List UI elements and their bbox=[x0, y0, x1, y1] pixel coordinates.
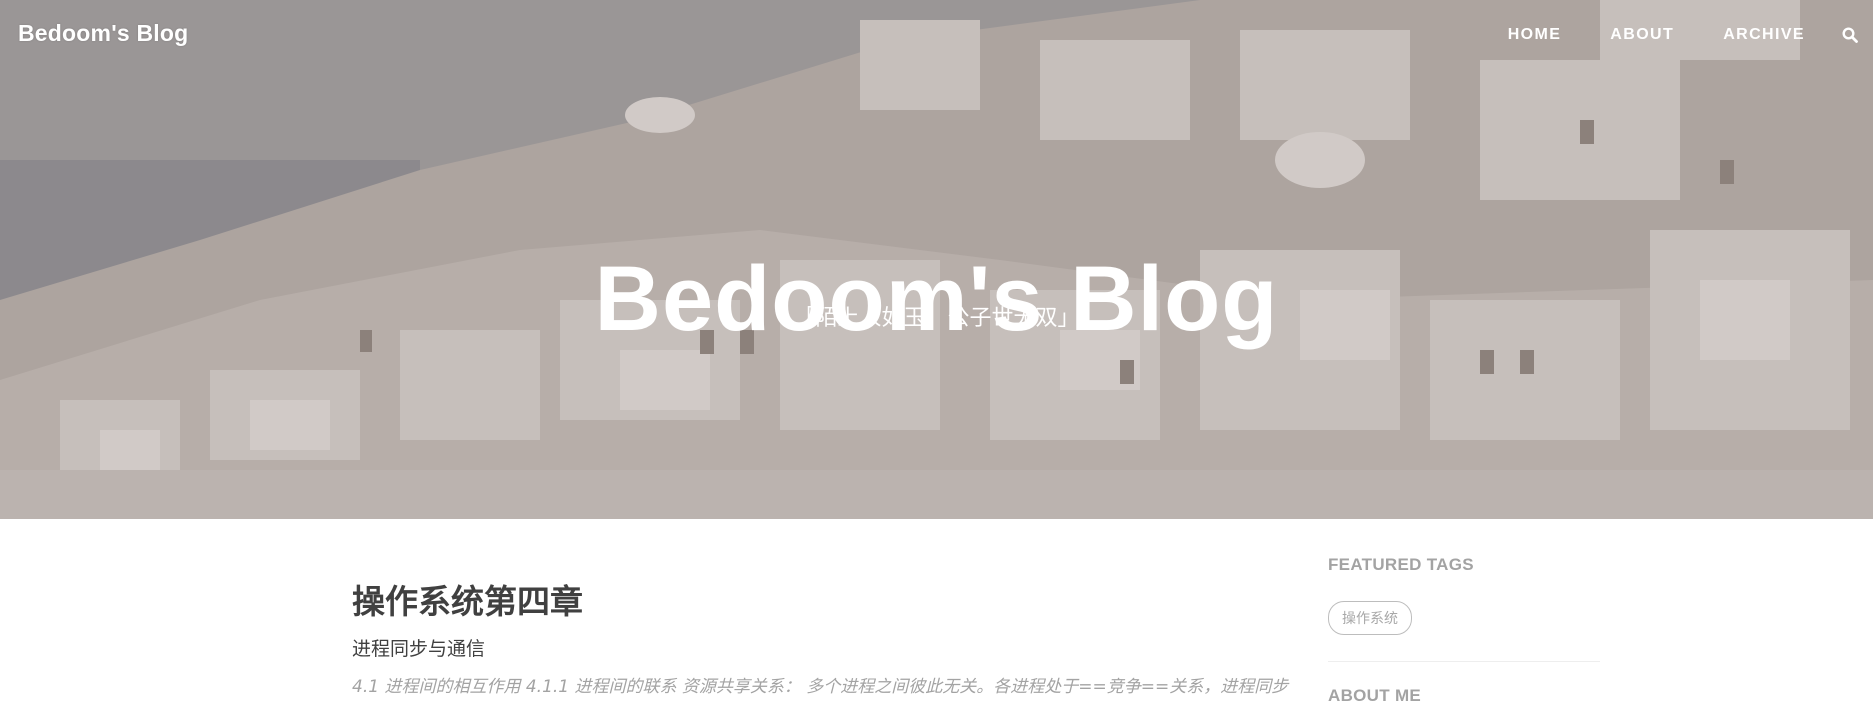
about-me-heading: ABOUT ME bbox=[1328, 686, 1422, 705]
post-preview[interactable]: 操作系统第四章 进程同步与通信 4.1 进程间的相互作用 4.1.1 进程间的联… bbox=[352, 578, 1292, 700]
top-navigation: HOME ABOUT ARCHIVE bbox=[1459, 23, 1873, 47]
post-subtitle[interactable]: 进程同步与通信 bbox=[352, 636, 1292, 662]
sidebar: FEATURED TAGS 操作系统 ABOUT ME bbox=[1328, 553, 1600, 708]
nav-archive[interactable]: ARCHIVE bbox=[1723, 26, 1805, 44]
hero-header: Bedoom's Blog HOME ABOUT ARCHIVE Bedoom'… bbox=[0, 0, 1873, 519]
nav-about[interactable]: ABOUT bbox=[1610, 26, 1674, 44]
nav-home[interactable]: HOME bbox=[1508, 26, 1562, 44]
tag-chip[interactable]: 操作系统 bbox=[1328, 601, 1412, 635]
site-brand[interactable]: Bedoom's Blog bbox=[18, 20, 188, 47]
post-title[interactable]: 操作系统第四章 bbox=[352, 578, 1292, 626]
search-icon[interactable] bbox=[1841, 26, 1859, 44]
sidebar-divider bbox=[1328, 661, 1600, 662]
post-excerpt: 4.1 进程间的相互作用 4.1.1 进程间的联系 资源共享关系： 多个进程之间… bbox=[352, 677, 1289, 697]
hero-subtitle: 「陌上人如玉，公子世无双」 bbox=[793, 306, 1080, 331]
featured-tags-heading: FEATURED TAGS bbox=[1328, 555, 1474, 574]
